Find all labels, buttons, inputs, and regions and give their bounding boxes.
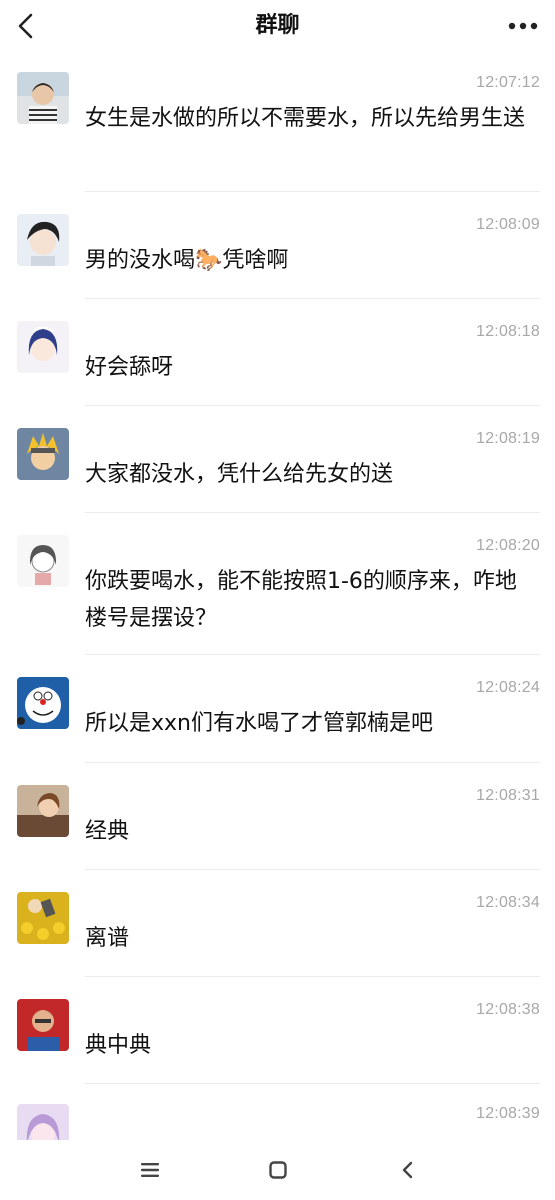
divider: [85, 512, 540, 513]
chat-header: 群聊: [0, 0, 555, 56]
message-text: 大家都没水，凭什么给先女的送: [85, 462, 394, 487]
message-text: 好会舔呀: [85, 355, 174, 380]
divider: [85, 405, 540, 406]
system-navbar: [0, 1140, 555, 1200]
nav-back-icon: [402, 1161, 413, 1179]
nav-back-button[interactable]: [387, 1154, 427, 1186]
avatar-sunflower-field[interactable]: [17, 892, 69, 944]
message-text: 典中典: [85, 1033, 152, 1058]
message-time: 12:08:24: [476, 679, 540, 696]
avatar-anime-couple[interactable]: [17, 785, 69, 837]
message-time: 12:08:34: [476, 894, 540, 911]
message-text: 女生是水做的所以不需要水，所以先给男生送: [85, 106, 526, 131]
divider: [85, 976, 540, 977]
message-text: 经典: [85, 819, 130, 844]
message-time: 12:08:09: [476, 216, 540, 233]
message-list[interactable]: 12:07:12 女生是水做的所以不需要水，所以先给男生送 12:08:09 男…: [0, 56, 555, 1140]
more-dots-icon: [508, 22, 538, 30]
message-time: 12:08:18: [476, 323, 540, 340]
divider: [85, 654, 540, 655]
avatar-sketch-girl[interactable]: [17, 535, 69, 587]
avatar-anime-girl-blue[interactable]: [17, 321, 69, 373]
avatar-anime-boy[interactable]: [17, 214, 69, 266]
nav-menu-button[interactable]: [130, 1154, 170, 1186]
message-time: 12:07:12: [476, 74, 540, 91]
avatar-doraemon[interactable]: [17, 677, 69, 729]
message-text: 男的没水喝🐎凭啥啊: [85, 248, 289, 273]
avatar-anime-purple[interactable]: [17, 1104, 69, 1140]
divider: [85, 1083, 540, 1084]
message-time: 12:08:19: [476, 430, 540, 447]
more-button[interactable]: [505, 10, 541, 42]
divider: [85, 762, 540, 763]
message-time: 12:08:31: [476, 787, 540, 804]
message-time: 12:08:39: [476, 1105, 540, 1122]
message-text: 你跌要喝水，能不能按照1-6的顺序来，咋地楼号是摆设？: [85, 569, 517, 631]
divider: [85, 869, 540, 870]
avatar-naruto[interactable]: [17, 428, 69, 480]
page-title: 群聊: [255, 13, 300, 38]
avatar-boy-photo[interactable]: [17, 72, 69, 124]
divider: [85, 298, 540, 299]
home-square-icon: [269, 1161, 287, 1179]
message-text: 所以是xxn们有水喝了才管郭楠是吧: [85, 711, 433, 736]
message-text: 离谱: [85, 926, 130, 951]
avatar-man-red[interactable]: [17, 999, 69, 1051]
divider: [85, 191, 540, 192]
message-time: 12:08:20: [476, 537, 540, 554]
nav-home-button[interactable]: [258, 1154, 298, 1186]
message-time: 12:08:38: [476, 1001, 540, 1018]
menu-icon: [141, 1163, 159, 1177]
